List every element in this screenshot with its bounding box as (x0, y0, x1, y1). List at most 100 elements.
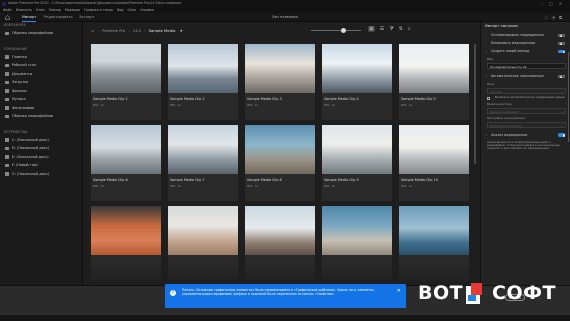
breadcrumb-item[interactable]: Premiere Pro (102, 29, 125, 33)
copy-media-row[interactable]: › Оптимизировать медиаданные (481, 31, 570, 39)
clip-thumbnail[interactable] (168, 206, 238, 255)
menu-item[interactable]: Маркеры (65, 8, 80, 12)
clip-thumbnail[interactable] (322, 44, 392, 93)
caption-settings-label: Настройки транскрипции (487, 115, 525, 120)
clip-card[interactable]: Sample Media Clip 7 MP4 · 4s (168, 125, 238, 201)
analyze-media-row[interactable]: ⌄ Анализ медиаданных (481, 131, 570, 139)
search-icon[interactable]: ⌕ (408, 26, 411, 32)
sidebar-item[interactable]: C: (Локальный диск) (0, 136, 82, 145)
clip-card[interactable]: Sample Media Clip 10 MP4 · 4s (399, 125, 469, 201)
browser-scrollbar[interactable] (474, 44, 476, 164)
chevron-down-icon[interactable]: ⌄ (485, 131, 488, 139)
sidebar-item[interactable]: Документы (0, 70, 82, 79)
clip-thumbnail[interactable] (91, 44, 161, 93)
fullscreen-icon[interactable]: ⛶ (545, 15, 552, 20)
clip-thumbnail[interactable] (91, 206, 161, 255)
clip-card[interactable]: Sample Media Clip 9 MP4 · 4s (322, 125, 392, 201)
clip-thumbnail[interactable] (245, 206, 315, 255)
caption-settings-select[interactable]: Выберите настройки ⌄ (487, 121, 566, 128)
menu-item[interactable]: Справка (140, 8, 154, 12)
clip-thumbnail[interactable] (399, 206, 469, 255)
clip-thumbnail[interactable] (168, 125, 238, 174)
grid-view-icon[interactable]: ▦ (368, 26, 375, 32)
sidebar-item[interactable]: Фильмы (0, 87, 82, 96)
sidebar-item[interactable]: Рабочий стол (0, 61, 82, 70)
clip-thumbnail[interactable] (322, 206, 392, 255)
sequence-name-input[interactable]: Последовательность 01 (487, 63, 566, 69)
maximize-icon[interactable]: □ (549, 1, 559, 6)
sidebar-item[interactable]: Главная (0, 53, 82, 62)
sidebar-item[interactable]: Загрузки (0, 78, 82, 87)
chevron-down-icon[interactable]: ⌄ (485, 72, 488, 80)
new-bin-row[interactable]: › Копировать медиаданные (481, 39, 570, 47)
clip-name: Sample Media Clip 5 (401, 97, 436, 101)
slider-thumb[interactable] (341, 28, 346, 33)
analyze-media-toggle[interactable] (558, 133, 566, 137)
sidebar-section-header[interactable]: УСТРОЙСТВА (0, 129, 82, 136)
clip-card[interactable]: Sample Media Clip 6 MP4 · 4s (91, 125, 161, 201)
drive-icon (5, 146, 9, 150)
clip-card[interactable]: Sample Media Clip 8 MP4 · 4s (245, 125, 315, 201)
breadcrumb-item[interactable]: 14.0 (133, 29, 141, 33)
clip-card[interactable]: Sample Media Clip 3 MP4 · 4s (245, 44, 315, 120)
sidebar-item[interactable]: G: (Локальный диск) (0, 170, 82, 179)
chevron-down-icon: ⌄ (560, 109, 563, 114)
create-sequence-toggle[interactable] (558, 49, 566, 53)
thumbnail-zoom-slider[interactable] (311, 28, 361, 33)
favorite-star-icon[interactable]: ★ (180, 29, 183, 33)
create-sequence-row[interactable]: ⌄ Создать новый эпизод (481, 47, 570, 55)
sidebar-item[interactable]: E: (Локальный диск) (0, 153, 82, 162)
sort-icon[interactable]: ⇅ (399, 26, 403, 32)
clip-card[interactable]: Sample Media Clip 1 MP4 · 4s (91, 44, 161, 120)
menu-item[interactable]: Изменить (16, 8, 32, 12)
sidebar-item[interactable]: Образец медиафайлов (0, 112, 82, 121)
clip-thumbnail[interactable] (399, 44, 469, 93)
menu-item[interactable]: Эпизод (49, 8, 61, 12)
sidebar-item[interactable]: D: (Локальный диск) (0, 144, 82, 153)
menu-item[interactable]: Клип (36, 8, 44, 12)
clip-thumbnail[interactable] (245, 125, 315, 174)
language-select[interactable]: Русский ⌄ (487, 88, 566, 94)
panel-scrollbar[interactable] (567, 52, 569, 142)
sidebar-item-label: Фотографии (12, 105, 35, 110)
clip-thumbnail[interactable] (322, 125, 392, 174)
menu-item[interactable]: Файл (3, 8, 12, 12)
chevron-down-icon[interactable]: ⌄ (485, 47, 488, 55)
close-icon[interactable]: ✕ (397, 289, 401, 294)
clip-name: Sample Media Clip 2 (170, 97, 205, 101)
sidebar-item[interactable]: Фотографии (0, 104, 82, 113)
transcribe-toggle[interactable] (558, 74, 565, 78)
speaker-model-select[interactable]: Выберите формат ⌄ (487, 107, 566, 114)
sidebar-item[interactable]: Музыка (0, 95, 82, 104)
menu-item[interactable]: Графика и титры (84, 8, 113, 12)
clip-card[interactable]: Sample Media Clip 2 MP4 · 4s (168, 44, 238, 120)
browser-toolbar: ▭ › Premiere Pro › 14.0 › Sample Media ★… (83, 22, 480, 39)
chevron-right-icon[interactable]: › (485, 39, 486, 47)
auto-language-checkbox[interactable]: Включить автоматическое определение язык… (481, 95, 570, 100)
copy-media-toggle[interactable] (558, 33, 565, 37)
drive-icon[interactable]: ▭ (91, 29, 94, 33)
sidebar-item[interactable]: F: (Новый том) (0, 161, 82, 170)
clip-thumbnail[interactable] (168, 44, 238, 93)
window-controls[interactable]: –□✕ (541, 0, 568, 7)
minimize-icon[interactable]: – (541, 1, 549, 6)
help-icon[interactable]: ⧉ (559, 15, 566, 20)
list-view-icon[interactable]: ☰ (380, 26, 384, 32)
new-bin-toggle[interactable] (558, 41, 565, 45)
clip-thumbnail[interactable] (399, 125, 469, 174)
clip-thumbnail[interactable] (91, 125, 161, 174)
chevron-right-icon[interactable]: › (485, 31, 486, 39)
clip-thumbnail[interactable] (245, 44, 315, 93)
filter-icon[interactable]: ⧩ (389, 26, 393, 32)
clip-card[interactable]: Sample Media Clip 5 MP4 · 4s (399, 44, 469, 120)
sidebar-section-header[interactable]: ИЗБРАННОЕ (0, 22, 82, 29)
sidebar-item[interactable]: Образец медиафайлов (0, 29, 82, 38)
transcribe-row[interactable]: ⌄ Автоматическое транскрипция (481, 72, 570, 80)
menu-item[interactable]: Вид (117, 8, 123, 12)
sidebar-section-header[interactable]: ЛОКАЛЬНЫЕ (0, 46, 82, 53)
close-icon[interactable]: ✕ (559, 1, 568, 6)
menu-item[interactable]: Окно (128, 8, 136, 12)
clip-card[interactable]: Sample Media Clip 4 MP4 · 4s (322, 44, 392, 120)
window-title: Adobe Premiere Pro 2020 - C:\Пользовател… (8, 1, 182, 5)
checkbox-box[interactable] (487, 96, 490, 100)
